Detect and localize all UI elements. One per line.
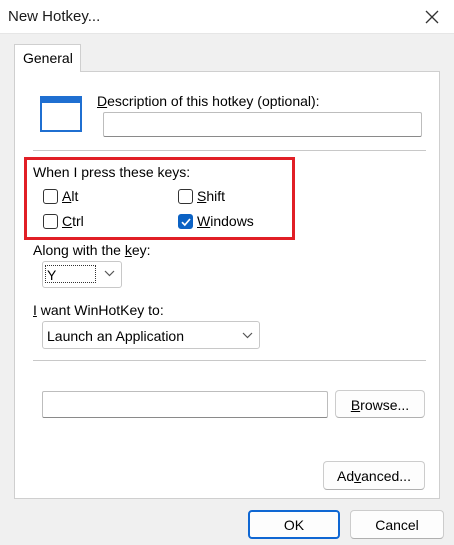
shift-checkbox[interactable] <box>178 189 193 204</box>
ctrl-checkbox[interactable] <box>43 214 58 229</box>
description-input[interactable] <box>103 112 422 137</box>
chevron-down-icon <box>242 332 253 339</box>
separator <box>33 360 426 362</box>
action-select[interactable]: Launch an Application <box>42 321 260 349</box>
windows-label[interactable]: Windows <box>197 213 254 229</box>
checkmark-icon <box>181 218 191 227</box>
window-title: New Hotkey... <box>8 8 101 25</box>
browse-button[interactable]: Browse... <box>335 390 425 418</box>
application-path-input[interactable] <box>42 391 328 418</box>
tab-general[interactable]: General <box>14 44 81 72</box>
ctrl-label[interactable]: Ctrl <box>62 213 84 229</box>
cancel-button[interactable]: Cancel <box>350 510 444 539</box>
separator <box>33 150 426 152</box>
key-select[interactable]: Y <box>42 261 122 288</box>
alt-checkbox[interactable] <box>43 189 58 204</box>
ok-button[interactable]: OK <box>248 510 340 539</box>
chevron-down-icon <box>104 270 115 277</box>
description-label: Description of this hotkey (optional): <box>97 93 320 109</box>
shift-label[interactable]: Shift <box>197 188 225 204</box>
close-icon <box>425 10 439 24</box>
keys-heading: When I press these keys: <box>33 164 191 180</box>
windows-checkbox[interactable] <box>178 214 193 229</box>
title-bar: New Hotkey... <box>0 0 454 34</box>
alt-label[interactable]: Alt <box>62 188 78 204</box>
action-select-value: Launch an Application <box>47 328 184 344</box>
advanced-button[interactable]: Advanced... <box>323 461 425 490</box>
along-key-label: Along with the key: <box>33 242 151 258</box>
close-button[interactable] <box>410 0 454 34</box>
key-select-value: Y <box>47 267 57 283</box>
action-label: I want WinHotKey to: <box>33 302 164 318</box>
tab-general-label: General <box>23 50 73 66</box>
window-app-icon <box>40 96 82 132</box>
